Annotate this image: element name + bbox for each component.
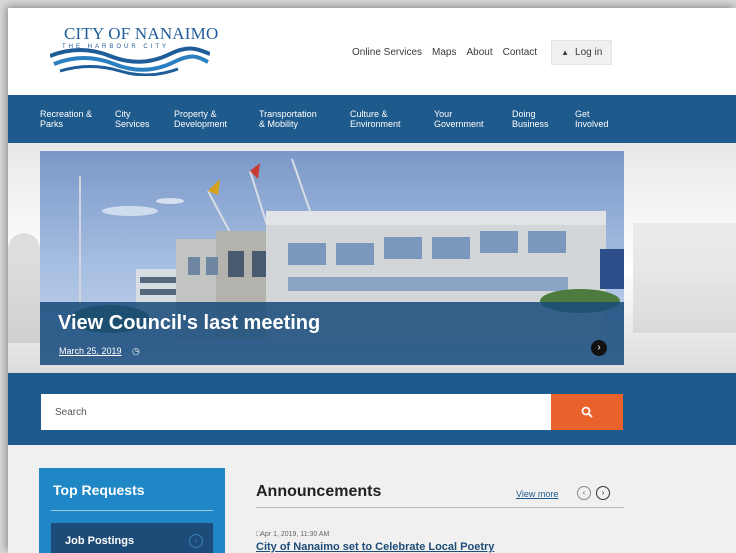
top-request-label: Job Postings [65,535,135,547]
top-request-job-postings[interactable]: Job Postings › [51,523,213,553]
main-nav: Recreation & Parks City Services Propert… [8,95,736,143]
chevron-right-icon: › [189,534,203,548]
lower-content: Top Requests Job Postings › Announcement… [8,445,736,553]
chevron-right-circle-icon[interactable]: › [591,340,607,356]
announcements-title: Announcements [256,483,382,500]
nav-item-doing-business[interactable]: Doing Business [512,109,549,129]
chevron-left-icon[interactable]: ‹ [577,486,591,500]
utility-link-contact[interactable]: Contact [503,47,537,58]
top-requests-divider [51,510,213,511]
search-icon [581,406,593,418]
view-more-link[interactable]: View more [516,489,558,499]
logo-wave-icon [50,46,210,76]
nav-item-get-involved[interactable]: Get Involved [575,109,609,129]
announcement-date-text: Apr 1, 2019, 11:30 AM [260,531,330,538]
nav-item-recreation-parks[interactable]: Recreation & Parks [40,109,92,129]
top-requests-title: Top Requests [53,482,145,498]
page: CITY OF NANAIMO THE HARBOUR CITY Online … [8,8,736,553]
announcements-divider [256,507,624,508]
utility-link-about[interactable]: About [466,47,492,58]
hero-banner[interactable]: View Council's last meeting March 25, 20… [40,151,624,365]
nav-item-property-development[interactable]: Property & Development [174,109,227,129]
search-button[interactable] [551,394,623,430]
clock-icon: ◷ [132,346,140,356]
search-input[interactable] [41,394,551,430]
utility-link-online-services[interactable]: Online Services [352,47,422,58]
background-tree [8,233,40,343]
login-label: Log in [575,47,603,58]
announcement-headline[interactable]: City of Nanaimo set to Celebrate Local P… [256,541,494,553]
site-header: CITY OF NANAIMO THE HARBOUR CITY Online … [8,8,736,95]
nav-item-culture-environment[interactable]: Culture & Environment [350,109,401,129]
hero-date-link[interactable]: March 25, 2019 [59,346,122,356]
announcement-date: □Apr 1, 2019, 11:30 AM [256,531,329,538]
city-logo[interactable]: CITY OF NANAIMO THE HARBOUR CITY [50,24,220,80]
chevron-right-icon[interactable]: › [596,486,610,500]
background-building [633,223,736,333]
search-band [8,373,736,445]
hero-caption: View Council's last meeting March 25, 20… [40,302,624,365]
login-button[interactable]: ▲ Log in [551,40,613,65]
nav-item-transportation-mobility[interactable]: Transportation & Mobility [259,109,317,129]
utility-link-maps[interactable]: Maps [432,47,456,58]
user-icon: ▲ [561,48,570,57]
logo-title: CITY OF NANAIMO [64,24,219,43]
nav-item-your-government[interactable]: Your Government [434,109,484,129]
top-requests-panel: Top Requests Job Postings › [39,468,225,553]
utility-nav: Online Services Maps About Contact ▲ Log… [352,40,613,65]
hero-title[interactable]: View Council's last meeting [58,312,320,335]
nav-item-city-services[interactable]: City Services [115,109,150,129]
